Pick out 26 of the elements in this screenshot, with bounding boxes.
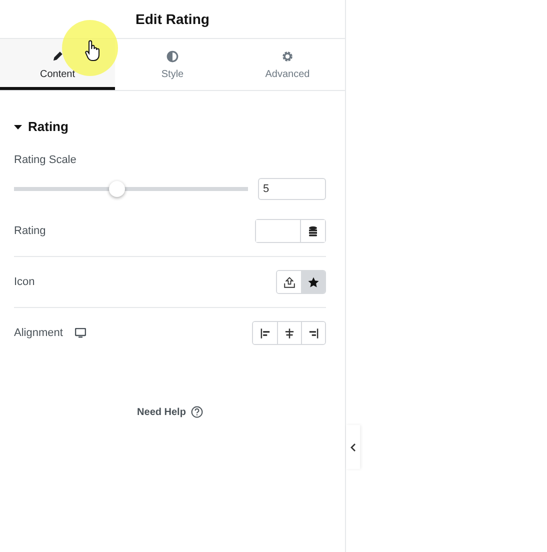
align-left-icon [258,326,272,340]
help-link[interactable]: Need Help [137,406,203,418]
hand-cursor-icon [85,40,101,62]
star-icon [307,276,320,288]
settings-icon [281,50,294,62]
collapse-button[interactable] [346,425,360,469]
upload-icon [282,276,296,288]
option-button[interactable] [301,322,325,344]
field-label: Rating [14,225,46,237]
slider-thumb[interactable] [108,181,125,197]
field-label: Alignment [14,327,63,339]
panel-title: Edit Rating [136,11,210,27]
section-header[interactable]: Rating [14,119,68,134]
contrast-icon [166,50,179,62]
align-center-icon [283,326,296,340]
option-button[interactable] [301,271,325,293]
input-field[interactable] [255,219,326,243]
desktop-icon[interactable] [74,328,86,338]
chevron-left-icon [350,442,356,452]
align-right-icon [307,326,320,340]
pencil-icon [51,50,64,62]
help-icon [190,406,203,418]
caret-icon [14,122,22,130]
field-label: Rating Scale [14,154,78,166]
number-field[interactable]: 5 [258,178,326,200]
field-label: Icon [14,276,35,288]
